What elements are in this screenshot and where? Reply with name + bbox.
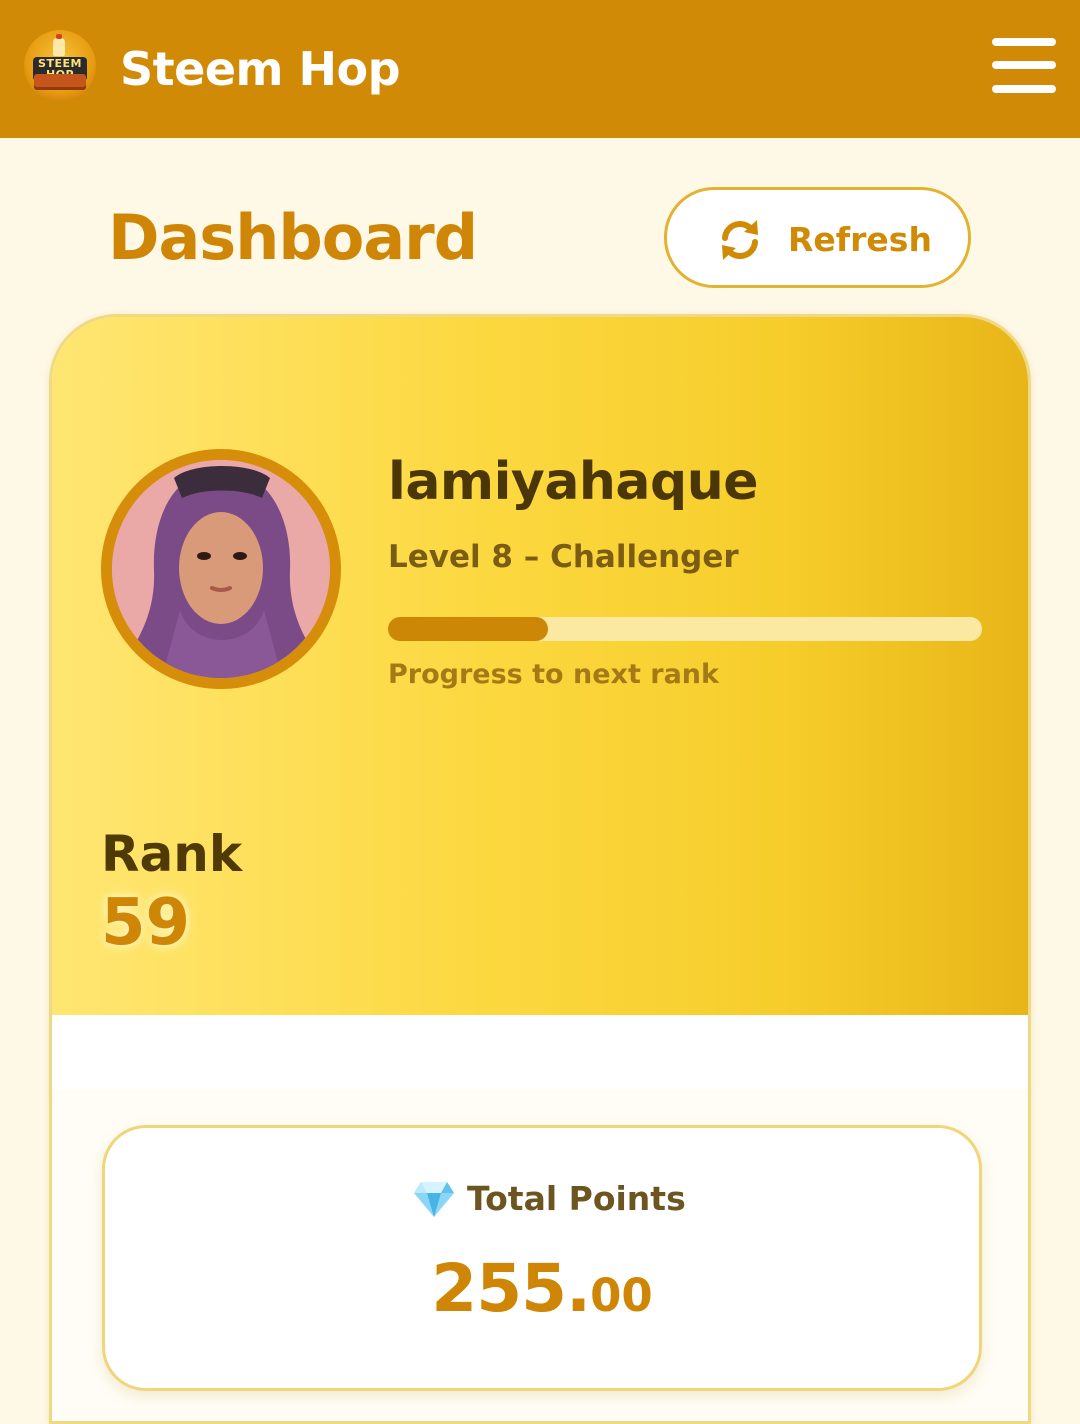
menu-bar — [992, 85, 1056, 93]
app-title[interactable]: Steem Hop — [120, 36, 401, 102]
avatar-photo — [112, 460, 330, 678]
refresh-label: Refresh — [788, 220, 932, 259]
menu-bar — [992, 61, 1056, 69]
total-points-integer: 255. — [431, 1250, 591, 1327]
level-text: Level 8 – Challenger — [388, 539, 739, 575]
refresh-icon — [722, 220, 758, 260]
menu-bar — [992, 38, 1056, 46]
card-divider-band — [52, 1015, 1028, 1089]
avatar[interactable] — [101, 449, 341, 689]
progress-label: Progress to next rank — [388, 659, 719, 690]
total-points-label: Total Points — [467, 1179, 686, 1218]
total-points-decimal: 00 — [590, 1269, 653, 1322]
total-points-card: Total Points 255.00 — [102, 1125, 982, 1391]
rank-progress-fill — [388, 617, 549, 641]
profile-hero: lamiyahaque Level 8 – Challenger Progres… — [52, 317, 1028, 1015]
refresh-button[interactable]: Refresh — [664, 187, 971, 288]
diamond-icon — [414, 1182, 454, 1217]
rank-label: Rank — [101, 825, 243, 883]
app-header: STEEM HOP Steem Hop — [0, 0, 1080, 138]
username: lamiyahaque — [388, 452, 759, 512]
logo-chick-graphic — [53, 34, 65, 56]
logo-brick-graphic — [34, 74, 86, 90]
hamburger-menu-icon[interactable] — [992, 38, 1056, 94]
total-points-value: 255.00 — [105, 1244, 979, 1351]
steem-hop-logo[interactable]: STEEM HOP — [24, 30, 96, 102]
rank-value: 59 — [101, 886, 191, 960]
page-title: Dashboard — [108, 201, 478, 274]
profile-card: lamiyahaque Level 8 – Challenger Progres… — [49, 314, 1031, 1424]
rank-progress-bar — [388, 617, 982, 641]
